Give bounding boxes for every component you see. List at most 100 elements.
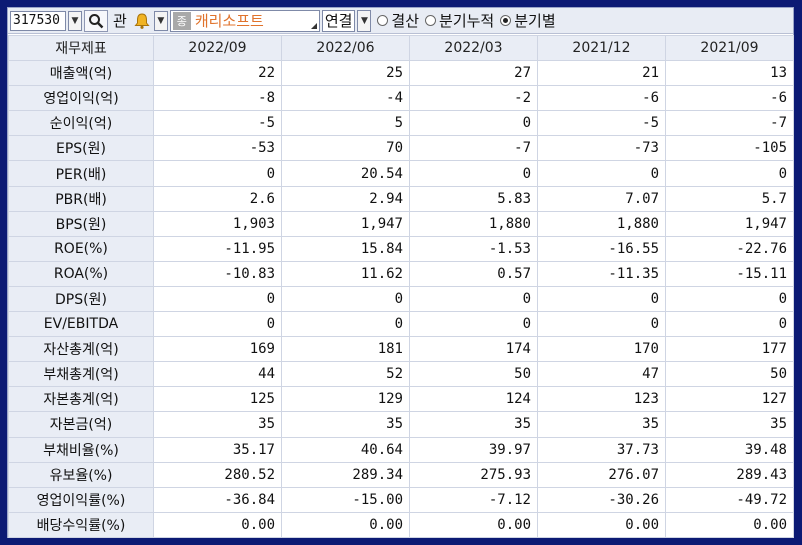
radio-quarterly[interactable]: 분기별 — [500, 10, 556, 31]
chevron-down-icon: ▼ — [71, 15, 79, 26]
table-row: 자본총계(억) 125 129 124 123 127 — [8, 386, 794, 413]
table-cell: 15.84 — [281, 235, 410, 262]
radio-quarterly-label: 분기별 — [514, 12, 556, 30]
table-cell: 0.00 — [409, 511, 538, 538]
row-label: 자본총계(억) — [8, 386, 154, 413]
chevron-down-icon: ▼ — [157, 15, 165, 26]
table-cell: -6 — [665, 85, 794, 112]
table-cell: 21 — [537, 60, 666, 87]
table-row: 영업이익률(%) -36.84 -15.00 -7.12 -30.26 -49.72 — [8, 486, 794, 513]
consolidated-select[interactable]: 연결 — [321, 9, 356, 32]
radio-quarter-cumulative[interactable]: 분기누적 — [425, 10, 494, 31]
table-cell: 2.94 — [281, 185, 410, 212]
table-cell: 70 — [281, 135, 410, 162]
table-row: 배당수익률(%) 0.00 0.00 0.00 0.00 0.00 — [8, 511, 794, 538]
row-label: ROA(%) — [8, 260, 154, 287]
resize-corner-icon — [310, 22, 317, 29]
stock-code-input[interactable]: 317530 — [10, 10, 66, 31]
table-cell: 124 — [409, 386, 538, 413]
table-cell: 22 — [153, 60, 282, 87]
stock-code-dropdown-button[interactable]: ▼ — [68, 10, 82, 31]
table-cell: -4 — [281, 85, 410, 112]
table-row: 순이익(억) -5 5 0 -5 -7 — [8, 110, 794, 137]
table-cell: -16.55 — [537, 235, 666, 262]
table-cell: -105 — [665, 135, 794, 162]
row-label: 부채비율(%) — [8, 436, 154, 463]
row-label: EPS(원) — [8, 135, 154, 162]
table-cell: 181 — [281, 336, 410, 363]
table-cell: 11.62 — [281, 260, 410, 287]
gwan-button[interactable]: 관 — [110, 10, 130, 31]
row-label: 유보율(%) — [8, 461, 154, 488]
chevron-down-icon: ▼ — [360, 15, 368, 26]
period-header: 2022/06 — [281, 34, 410, 62]
table-cell: 280.52 — [153, 461, 282, 488]
table-cell: 0 — [537, 285, 666, 313]
radio-annual[interactable]: 결산 — [377, 10, 419, 31]
table-cell: 289.43 — [665, 461, 794, 488]
consolidated-select-value: 연결 — [324, 12, 353, 30]
alert-dropdown-button[interactable]: ▼ — [153, 10, 168, 31]
table-cell: 35 — [665, 411, 794, 438]
table-cell: -7 — [665, 110, 794, 137]
table-cell: -15.00 — [281, 486, 410, 513]
table-cell: -49.72 — [665, 486, 794, 513]
alert-bell-button[interactable] — [132, 10, 152, 32]
radio-annual-label: 결산 — [391, 12, 420, 30]
period-header: 2022/03 — [409, 34, 538, 62]
table-cell: 0.00 — [537, 511, 666, 538]
table-cell: 50 — [665, 361, 794, 388]
search-button[interactable] — [84, 9, 108, 32]
radio-annual-indicator — [377, 15, 389, 26]
table-cell: -15.11 — [665, 260, 794, 287]
table-cell: 20.54 — [281, 160, 410, 187]
row-label: PER(배) — [8, 160, 154, 187]
table-cell: 0 — [153, 160, 282, 187]
table-cell: -36.84 — [153, 486, 282, 513]
bell-icon — [134, 12, 150, 29]
table-cell: -11.95 — [153, 235, 282, 262]
period-header: 2021/09 — [665, 34, 794, 62]
table-row: 매출액(억) 22 25 27 21 13 — [8, 60, 794, 87]
table-cell: 35 — [281, 411, 410, 438]
financial-summary-window: 317530 ▼ 관 ▼ 종 캐리소프트 연결 ▼ 결산 분기누적 분기별 재무… — [7, 7, 794, 538]
table-cell: 0 — [409, 285, 538, 313]
table-cell: 40.64 — [281, 436, 410, 463]
table-cell: 1,903 — [153, 210, 282, 237]
table-cell: 0 — [409, 110, 538, 137]
table-cell: 177 — [665, 336, 794, 363]
table-cell: 0 — [153, 285, 282, 313]
table-cell: 125 — [153, 386, 282, 413]
table-cell: 275.93 — [409, 461, 538, 488]
table-row: EPS(원) -53 70 -7 -73 -105 — [8, 135, 794, 162]
toolbar: 317530 ▼ 관 ▼ 종 캐리소프트 연결 ▼ 결산 분기누적 분기별 — [8, 8, 793, 34]
table-cell: 0.57 — [409, 260, 538, 287]
table-cell: 170 — [537, 336, 666, 363]
table-cell: 7.07 — [537, 185, 666, 212]
table-cell: 169 — [153, 336, 282, 363]
table-row: 영업이익(억) -8 -4 -2 -6 -6 — [8, 85, 794, 112]
consolidated-dropdown-button[interactable]: ▼ — [357, 9, 372, 32]
table-row: BPS(원) 1,903 1,947 1,880 1,880 1,947 — [8, 210, 794, 237]
table-cell: -22.76 — [665, 235, 794, 262]
table-row: EV/EBITDA 0 0 0 0 0 — [8, 311, 794, 338]
table-cell: 5 — [281, 110, 410, 137]
table-cell: 39.48 — [665, 436, 794, 463]
table-cell: 0 — [665, 285, 794, 313]
financial-table: 재무제표 2022/09 2022/06 2022/03 2021/12 202… — [8, 34, 794, 538]
table-row: PER(배) 0 20.54 0 0 0 — [8, 160, 794, 187]
table-cell: 0 — [537, 311, 666, 338]
table-cell: 1,947 — [281, 210, 410, 237]
table-cell: 0 — [281, 285, 410, 313]
table-cell: 123 — [537, 386, 666, 413]
company-name-field[interactable]: 종 캐리소프트 — [169, 9, 320, 32]
table-cell: 1,880 — [537, 210, 666, 237]
table-cell: 35 — [409, 411, 538, 438]
row-label: DPS(원) — [8, 285, 154, 313]
table-cell: 129 — [281, 386, 410, 413]
table-cell: 37.73 — [537, 436, 666, 463]
table-row: 자본금(억) 35 35 35 35 35 — [8, 411, 794, 438]
table-cell: -5 — [537, 110, 666, 137]
row-label: 자산총계(억) — [8, 336, 154, 363]
row-label: EV/EBITDA — [8, 311, 154, 338]
